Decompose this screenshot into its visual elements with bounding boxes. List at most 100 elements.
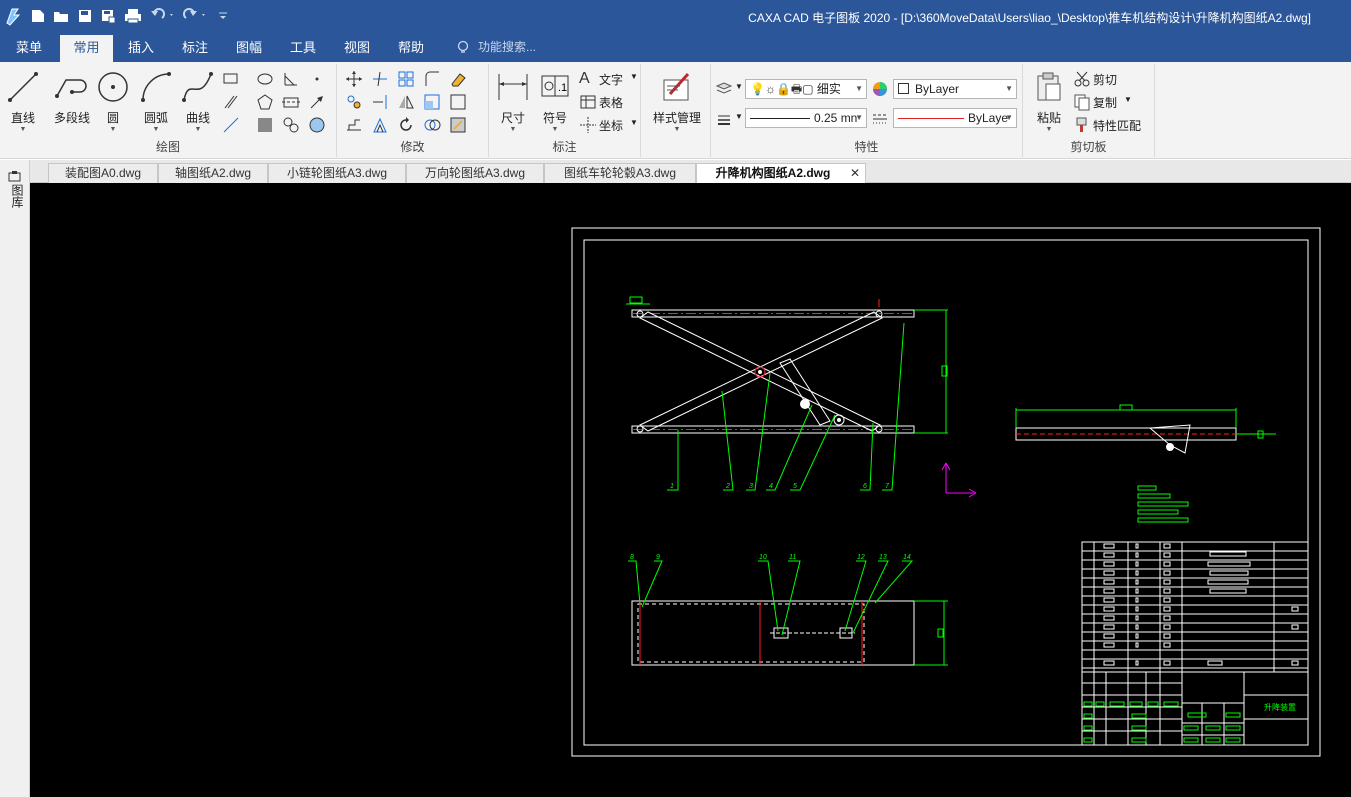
rectangle-icon[interactable] xyxy=(222,70,240,88)
line-button[interactable]: 直线 ▼ xyxy=(6,70,40,133)
rotate-icon[interactable] xyxy=(397,116,415,134)
hatch-icon[interactable] xyxy=(256,116,274,134)
tab-lift-mechanism[interactable]: 升降机构图纸A2.dwg xyxy=(696,163,866,183)
close-tab-icon[interactable]: ✕ xyxy=(850,166,860,180)
coordinate-button[interactable]: 坐标 xyxy=(599,117,623,134)
balloon-11: 11 xyxy=(789,554,796,561)
lineweight-combo[interactable]: 0.25 mn ▼ xyxy=(745,108,867,128)
match-properties-icon[interactable] xyxy=(1073,116,1091,134)
parallel-line-icon[interactable] xyxy=(222,93,240,111)
menu-help[interactable]: 帮助 xyxy=(386,33,436,62)
break-icon[interactable] xyxy=(423,116,441,134)
match-properties-button[interactable]: 特性匹配 xyxy=(1093,117,1141,134)
save-as-icon[interactable] xyxy=(100,6,116,26)
coordinate-icon[interactable] xyxy=(579,116,597,134)
scale-icon[interactable] xyxy=(423,93,441,111)
text-icon[interactable]: A xyxy=(579,70,590,88)
cut-button[interactable]: 剪切 xyxy=(1093,71,1117,88)
paste-button[interactable]: 粘贴 ▼ xyxy=(1029,70,1069,133)
customize-quick-access-icon[interactable] xyxy=(218,6,228,26)
boundary-icon[interactable] xyxy=(282,116,300,134)
title-bar: CAXA CAD 电子图板 2020 - [D:\360MoveData\Use… xyxy=(0,0,1351,33)
copy-icon[interactable] xyxy=(1073,93,1091,111)
block-icon[interactable] xyxy=(449,93,467,111)
layer-manager-icon[interactable] xyxy=(715,80,733,98)
menu-main[interactable]: 菜单 xyxy=(6,33,52,62)
redo-icon[interactable] xyxy=(182,6,208,26)
table-button[interactable]: 表格 xyxy=(599,94,623,111)
fillet-icon[interactable] xyxy=(423,70,441,88)
stretch-icon[interactable] xyxy=(345,116,363,134)
color-wheel-icon[interactable] xyxy=(871,80,889,98)
tab-small-sprocket[interactable]: 小链轮图纸A3.dwg xyxy=(268,163,406,183)
feature-search-input[interactable]: 功能搜索... xyxy=(478,33,558,62)
dimension-label: 尺寸 xyxy=(500,111,525,125)
save-icon[interactable] xyxy=(77,6,93,26)
menu-tools[interactable]: 工具 xyxy=(278,33,328,62)
tab-shaft[interactable]: 轴图纸A2.dwg xyxy=(158,163,268,183)
lineweight-icon[interactable] xyxy=(715,110,733,128)
symbol-button[interactable]: .1 符号 ▼ xyxy=(537,70,573,133)
fill-icon[interactable] xyxy=(308,116,326,134)
offset-icon[interactable] xyxy=(371,116,389,134)
new-file-icon[interactable] xyxy=(30,6,46,26)
ucs-icon xyxy=(941,462,977,498)
menu-annotate[interactable]: 标注 xyxy=(170,33,220,62)
array-icon[interactable] xyxy=(397,70,415,88)
table-icon[interactable] xyxy=(579,93,597,111)
menu-insert[interactable]: 插入 xyxy=(116,33,166,62)
drawing-canvas[interactable]: 1 2 3 4 5 6 7 8 9 10 11 12 13 14 升降装置 xyxy=(30,183,1351,797)
trim-icon[interactable] xyxy=(371,70,389,88)
lightbulb-icon xyxy=(456,40,470,59)
copy-object-icon[interactable] xyxy=(345,93,363,111)
copy-button[interactable]: 复制 xyxy=(1093,94,1117,111)
spline-icon xyxy=(182,72,213,102)
menu-sheet[interactable]: 图幅 xyxy=(224,33,274,62)
line-label: 直线 xyxy=(10,111,35,125)
tab-wheel-hub[interactable]: 图纸车轮轮毂A3.dwg xyxy=(544,163,696,183)
drawing-svg[interactable]: 1 2 3 4 5 6 7 8 9 10 11 12 13 14 升降装置 xyxy=(30,183,1351,797)
scissors-icon[interactable] xyxy=(1073,70,1091,88)
eraser-icon[interactable] xyxy=(449,70,467,88)
app-logo-icon[interactable] xyxy=(4,6,22,26)
balloon-9: 9 xyxy=(656,554,660,561)
move-icon[interactable] xyxy=(345,70,363,88)
polygon-icon[interactable] xyxy=(256,93,274,111)
tab-assembly[interactable]: 装配图A0.dwg xyxy=(48,163,158,183)
open-file-icon[interactable] xyxy=(53,6,69,26)
menu-home[interactable]: 常用 xyxy=(60,33,113,62)
line-icon xyxy=(8,72,38,102)
menu-view[interactable]: 视图 xyxy=(332,33,382,62)
linetype-combo[interactable]: ByLaye ▼ xyxy=(893,108,1017,128)
centerline-icon[interactable] xyxy=(282,93,300,111)
edit-properties-icon[interactable] xyxy=(449,116,467,134)
curve-button[interactable]: 曲线 ▼ xyxy=(180,70,216,133)
properties-group: ▼ 💡☼🔒🖶▢ 细实 ▼ ByLayer ▼ ▼ 0.25 mn ▼ ByLay… xyxy=(711,64,1023,157)
angle-line-icon[interactable] xyxy=(282,70,300,88)
construction-line-icon[interactable] xyxy=(222,116,240,134)
layer-combo[interactable]: 💡☼🔒🖶▢ 细实 ▼ xyxy=(745,79,867,99)
balloon-1: 1 xyxy=(670,483,674,490)
arc-button[interactable]: 圆弧 ▼ xyxy=(138,70,174,133)
extend-icon[interactable] xyxy=(371,93,389,111)
style-manager-button[interactable]: 样式管理 ▼ xyxy=(647,70,707,133)
color-combo[interactable]: ByLayer ▼ xyxy=(893,79,1017,99)
library-tab[interactable]: 图库 xyxy=(9,184,24,208)
tab-caster-wheel[interactable]: 万向轮图纸A3.dwg xyxy=(406,163,544,183)
polyline-button[interactable]: 多段线 xyxy=(50,70,94,126)
linetype-icon[interactable] xyxy=(871,110,889,128)
arrow-icon[interactable] xyxy=(308,93,326,111)
circle-button[interactable]: 圆 ▼ xyxy=(96,70,130,133)
undo-icon[interactable] xyxy=(150,6,176,26)
modify-group-label: 修改 xyxy=(400,140,425,154)
print-icon[interactable] xyxy=(124,6,142,26)
balloon-7: 7 xyxy=(885,483,890,490)
dimension-button[interactable]: 尺寸 ▼ xyxy=(495,70,531,133)
library-pin-icon[interactable] xyxy=(8,170,22,185)
text-button[interactable]: 文字 xyxy=(599,71,623,88)
ellipse-icon[interactable] xyxy=(256,70,274,88)
circle-icon xyxy=(98,72,128,102)
mirror-icon[interactable] xyxy=(397,93,415,111)
ribbon: 直线 ▼ 多段线 圆 ▼ 圆弧 ▼ 曲线 ▼ 绘图 修改 尺寸 ▼ .1 符号 … xyxy=(0,62,1351,159)
point-icon[interactable] xyxy=(308,70,326,88)
